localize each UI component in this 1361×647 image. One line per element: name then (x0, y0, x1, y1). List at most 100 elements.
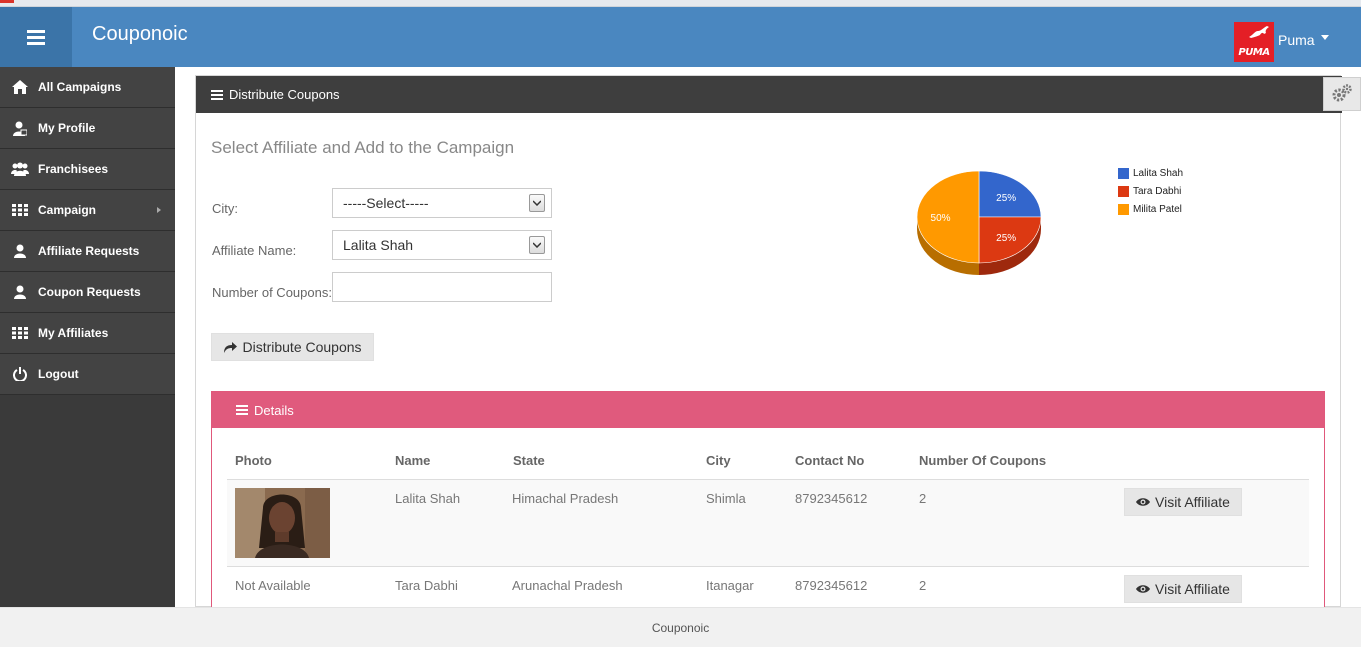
top-strip-mark (0, 0, 14, 3)
sidebar-item-label: Campaign (38, 203, 97, 217)
chevron-down-icon (529, 194, 545, 212)
chart-legend: Lalita Shah Tara Dabhi Milita Patel (1118, 164, 1183, 218)
visit-affiliate-button[interactable]: Visit Affiliate (1124, 575, 1242, 603)
user-avatar[interactable]: PUMA (1234, 22, 1274, 62)
column-header: Number Of Coupons (919, 453, 1047, 468)
table-header: Photo Name State City Contact No Number … (227, 443, 1309, 480)
share-arrow-icon (224, 342, 238, 353)
affiliate-select-value: Lalita Shah (343, 237, 414, 253)
cell-name: Lalita Shah (395, 491, 461, 506)
affiliate-name-label: Affiliate Name: (212, 243, 297, 258)
user-icon (10, 284, 30, 300)
legend-item: Tara Dabhi (1118, 182, 1183, 200)
details-header: Details (212, 392, 1324, 428)
affiliate-name-select[interactable]: Lalita Shah (332, 230, 552, 260)
settings-button[interactable] (1323, 77, 1361, 111)
sidebar-item-franchisees[interactable]: Franchisees (0, 149, 175, 190)
legend-label: Milita Patel (1133, 203, 1182, 215)
city-select[interactable]: -----Select----- (332, 188, 552, 218)
top-strip (0, 0, 1361, 7)
sidebar-item-affiliate-requests[interactable]: Affiliate Requests (0, 231, 175, 272)
sidebar-item-label: Coupon Requests (38, 285, 141, 299)
visit-affiliate-label: Visit Affiliate (1155, 494, 1230, 510)
sidebar-item-label: Logout (38, 367, 79, 381)
user-logo-text: PUMA (1238, 47, 1270, 58)
pie-slice-label: 25% (996, 193, 1016, 204)
grid-icon (10, 202, 30, 218)
column-header: State (513, 453, 545, 468)
legend-label: Lalita Shah (1133, 167, 1184, 179)
gears-icon (1332, 84, 1352, 102)
puma-cat-icon (1249, 26, 1269, 38)
affiliate-photo (235, 488, 330, 558)
menu-toggle-button[interactable] (0, 7, 72, 67)
sidebar-item-logout[interactable]: Logout (0, 354, 175, 395)
sidebar-item-coupon-requests[interactable]: Coupon Requests (0, 272, 175, 313)
pie-slice-label: 50% (931, 213, 951, 224)
cell-city: Shimla (706, 491, 746, 506)
power-icon (10, 366, 30, 382)
sidebar-item-label: Franchisees (38, 162, 109, 176)
sidebar-item-all-campaigns[interactable]: All Campaigns (0, 67, 175, 108)
legend-swatch (1118, 185, 1129, 197)
panel-header: Distribute Coupons (196, 76, 1342, 113)
cell-contact: 8792345612 (795, 578, 868, 593)
chevron-right-icon (157, 207, 161, 213)
legend-swatch (1118, 203, 1129, 215)
top-navbar: Couponoic PUMA Puma (0, 7, 1361, 67)
sidebar-item-label: My Affiliates (38, 326, 109, 340)
chevron-down-icon (529, 236, 545, 254)
home-icon (10, 79, 30, 95)
number-of-coupons-input[interactable] (332, 272, 552, 302)
table-row: Not Available Tara Dabhi Arunachal Prade… (227, 567, 1309, 607)
eye-icon (1136, 585, 1150, 593)
sidebar-item-label: All Campaigns (38, 80, 122, 94)
user-icon (10, 243, 30, 259)
legend-swatch (1118, 167, 1129, 179)
column-header: Photo (235, 453, 272, 468)
pie-slice-label: 25% (996, 233, 1016, 244)
cell-photo: Not Available (235, 578, 311, 593)
user-profile-icon (10, 120, 30, 136)
cell-state: Himachal Pradesh (512, 491, 619, 506)
brand-title[interactable]: Couponoic (92, 23, 188, 46)
distribute-coupons-label: Distribute Coupons (242, 339, 362, 355)
eye-icon (1136, 498, 1150, 506)
legend-label: Tara Dabhi (1133, 185, 1182, 197)
table-row: Lalita Shah Himachal Pradesh Shimla 8792… (227, 480, 1309, 567)
users-group-icon (10, 161, 30, 177)
sidebar-item-label: Affiliate Requests (38, 244, 140, 258)
column-header: Name (395, 453, 431, 468)
city-label: City: (212, 201, 238, 216)
cell-coupons: 2 (919, 491, 927, 506)
sidebar: All Campaigns My Profile Franchisees Cam… (0, 67, 175, 607)
sidebar-item-label: My Profile (38, 121, 96, 135)
cell-name: Tara Dabhi (395, 578, 458, 593)
visit-affiliate-button[interactable]: Visit Affiliate (1124, 488, 1242, 516)
sidebar-item-my-profile[interactable]: My Profile (0, 108, 175, 149)
cell-contact: 8792345612 (795, 491, 868, 506)
user-menu-dropdown[interactable]: Puma (1278, 32, 1329, 48)
column-header: City (706, 453, 731, 468)
visit-affiliate-label: Visit Affiliate (1155, 581, 1230, 597)
cell-coupons: 2 (919, 578, 927, 593)
cell-city: Itanagar (706, 578, 754, 593)
legend-item: Lalita Shah (1118, 164, 1183, 182)
list-icon (236, 405, 248, 415)
legend-item: Milita Patel (1118, 200, 1183, 218)
form-subtitle: Select Affiliate and Add to the Campaign (211, 138, 515, 157)
grid-icon (10, 325, 30, 341)
sidebar-item-campaign[interactable]: Campaign (0, 190, 175, 231)
footer-text: Couponoic (651, 620, 710, 635)
cell-state: Arunachal Pradesh (512, 578, 623, 593)
list-icon (211, 89, 223, 100)
sidebar-item-my-affiliates[interactable]: My Affiliates (0, 313, 175, 354)
details-title: Details (254, 402, 294, 418)
distribute-coupons-button[interactable]: Distribute Coupons (211, 333, 374, 361)
panel-title: Distribute Coupons (229, 87, 340, 102)
caret-down-icon (1320, 34, 1329, 40)
column-header: Contact No (795, 453, 865, 468)
hamburger-icon (27, 29, 45, 45)
footer: Couponoic (0, 607, 1361, 647)
number-of-coupons-label: Number of Coupons: (212, 285, 332, 300)
